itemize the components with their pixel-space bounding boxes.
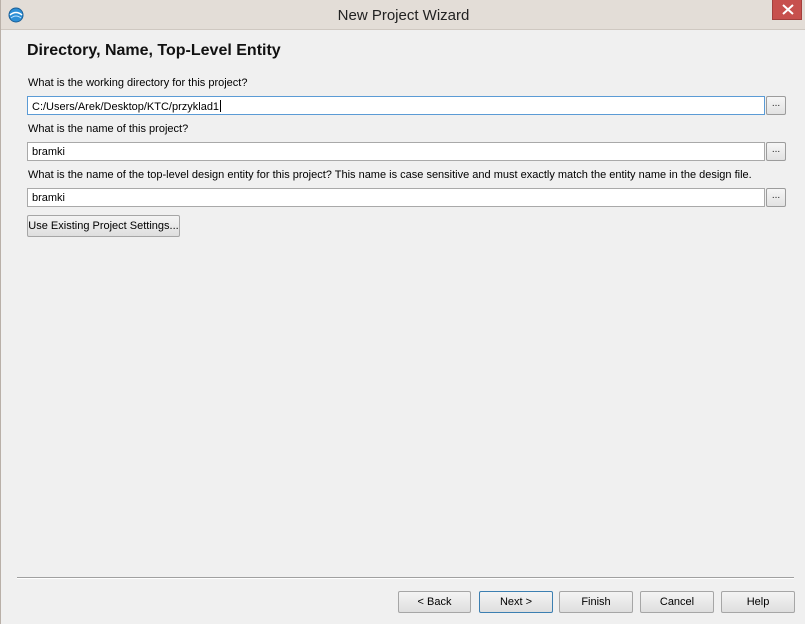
project-name-browse-button[interactable]: ... [766,142,786,161]
directory-browse-button[interactable]: ... [766,96,786,115]
directory-input-value: C:/Users/Arek/Desktop/KTC/przyklad1 [32,101,220,113]
close-button[interactable] [772,0,802,20]
wizard-content: Directory, Name, Top-Level Entity What i… [1,30,805,624]
use-existing-settings-button[interactable]: Use Existing Project Settings... [27,215,180,237]
top-level-entity-input-value: bramki [32,192,66,204]
help-button[interactable]: Help [721,591,795,613]
footer-separator [17,577,794,579]
top-level-entity-label: What is the name of the top-level design… [28,169,752,181]
top-level-entity-input[interactable]: bramki [27,188,765,207]
close-icon [782,4,794,15]
finish-button[interactable]: Finish [559,591,633,613]
window-title: New Project Wizard [337,7,470,24]
page-heading: Directory, Name, Top-Level Entity [27,42,281,59]
wizard-window: New Project Wizard Directory, Name, Top-… [0,0,805,624]
directory-input[interactable]: C:/Users/Arek/Desktop/KTC/przyklad1 [27,96,765,115]
back-button[interactable]: < Back [398,591,471,613]
text-caret [220,100,222,112]
next-button[interactable]: Next > [479,591,553,613]
project-name-label: What is the name of this project? [28,123,189,135]
project-name-input[interactable]: bramki [27,142,765,161]
title-bar[interactable]: New Project Wizard [1,0,805,30]
top-level-entity-browse-button[interactable]: ... [766,188,786,207]
project-name-input-value: bramki [32,146,66,158]
directory-label: What is the working directory for this p… [28,77,248,89]
cancel-button[interactable]: Cancel [640,591,714,613]
